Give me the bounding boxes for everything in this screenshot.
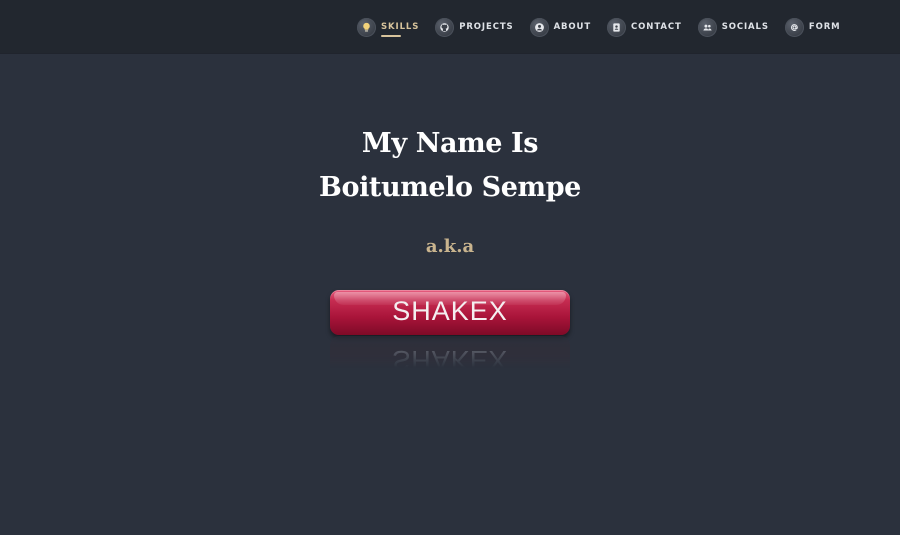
nav-item-contact[interactable]: CONTACT xyxy=(607,15,682,39)
active-indicator xyxy=(381,35,401,37)
shakex-logo: SHAKEX xyxy=(330,290,570,335)
nav-item-about[interactable]: ABOUT xyxy=(529,15,592,39)
address-book-icon xyxy=(607,17,627,37)
hero-heading: My Name Is Boitumelo Sempe xyxy=(0,122,900,210)
shakex-logo-reflection: SHAKEX xyxy=(330,336,570,381)
user-circle-icon xyxy=(529,17,549,37)
at-sign-icon xyxy=(784,17,804,37)
lightbulb-icon xyxy=(357,17,376,37)
users-icon xyxy=(697,17,717,37)
main-nav: SKILLS PROJECTS ABOUT CONTACT SOCIALS FO… xyxy=(357,15,841,39)
top-navigation-bar: SKILLS PROJECTS ABOUT CONTACT SOCIALS FO… xyxy=(0,0,900,53)
nav-item-form[interactable]: FORM xyxy=(784,15,841,39)
github-icon xyxy=(435,17,455,37)
nav-label-projects: PROJECTS xyxy=(459,22,514,32)
hero-line-intro: My Name Is xyxy=(361,128,539,159)
nav-item-socials[interactable]: SOCIALS xyxy=(697,15,769,39)
aka-label: a.k.a xyxy=(425,236,475,257)
nav-item-projects[interactable]: PROJECTS xyxy=(435,15,513,39)
nav-label-socials: SOCIALS xyxy=(721,22,769,32)
nav-label-about: ABOUT xyxy=(553,22,592,32)
nav-item-skills[interactable]: SKILLS xyxy=(357,15,419,39)
logo-reflection-text: SHAKEX xyxy=(392,345,508,375)
logo-text: SHAKEX xyxy=(392,296,508,326)
nav-label-skills: SKILLS xyxy=(381,22,420,32)
hero-line-name: Boitumelo Sempe xyxy=(319,172,581,203)
nav-label-form: FORM xyxy=(808,22,841,32)
nav-label-contact: CONTACT xyxy=(631,22,682,32)
